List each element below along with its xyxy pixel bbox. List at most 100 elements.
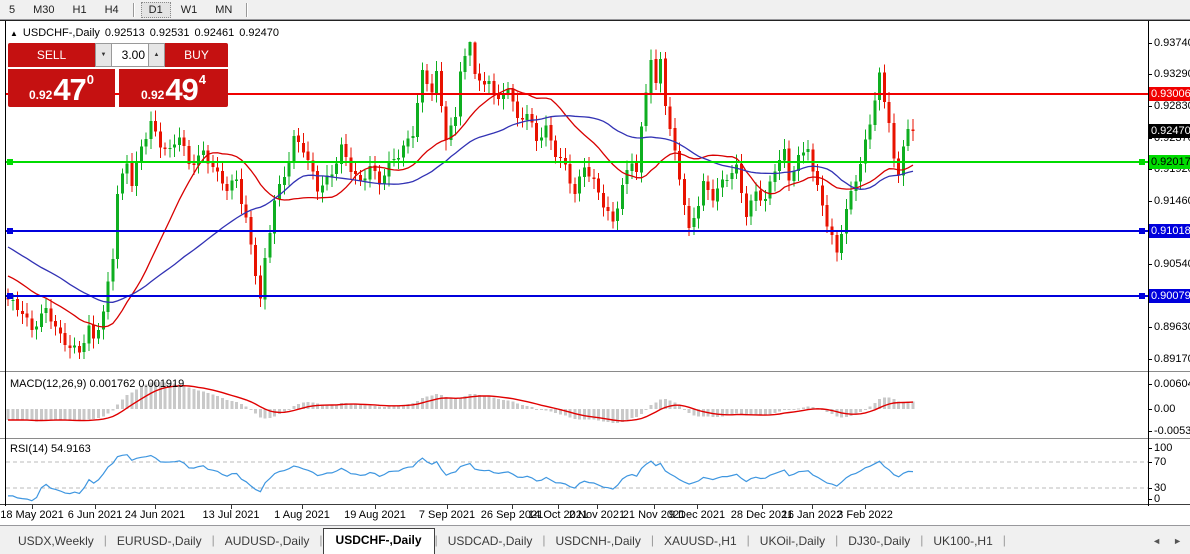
buy-price-big: 49: [165, 72, 198, 107]
hline-0.91018[interactable]: [6, 230, 1148, 232]
tab-separator: |: [1002, 533, 1006, 547]
chevron-up-icon: ▲: [153, 52, 160, 58]
tab-ukoil-daily[interactable]: UKOil-,Daily: [750, 530, 835, 554]
tab-scroll-right-icon[interactable]: ►: [1173, 536, 1182, 546]
tab-audusd-daily[interactable]: AUDUSD-,Daily: [215, 530, 320, 554]
hline-handle[interactable]: [1139, 293, 1145, 299]
price-tick-label: 0.90540: [1154, 258, 1190, 270]
rsi-tick-label: 100: [1154, 442, 1173, 454]
ohlc-close: 0.92470: [239, 27, 279, 39]
price-level-badge: 0.90079: [1149, 289, 1190, 303]
rsi-label: RSI(14) 54.9163: [10, 443, 91, 455]
rsi-tick-mark: [1148, 499, 1152, 500]
chart-window: ▲ USDCHF-,Daily 0.92513 0.92531 0.92461 …: [0, 20, 1190, 526]
time-label: 6 Jun 2021: [67, 509, 123, 521]
rsi-tick-mark: [1148, 448, 1152, 449]
macd-tick-label: -0.00538: [1154, 425, 1190, 437]
tab-dj30-daily[interactable]: DJ30-,Daily: [838, 530, 920, 554]
toolbar-separator: [246, 2, 249, 17]
sell-button[interactable]: SELL: [8, 43, 95, 67]
sell-price-pip: 0: [86, 72, 95, 87]
ohlc-high: 0.92531: [149, 27, 190, 39]
tab-xauusd-h1[interactable]: XAUUSD-,H1: [654, 530, 747, 554]
volume-control: ▼ ▲: [95, 43, 165, 67]
macd-tick-mark: [1148, 384, 1152, 385]
rsi-canvas[interactable]: [6, 440, 1148, 504]
tab-usdcnh-daily[interactable]: USDCNH-,Daily: [546, 530, 651, 554]
toolbar-separator: [132, 2, 135, 17]
tf-button-mn[interactable]: MN: [207, 2, 240, 18]
volume-decrease-button[interactable]: ▼: [95, 43, 112, 67]
buy-button[interactable]: BUY: [165, 43, 228, 67]
time-label: 18 May 2021: [0, 509, 64, 521]
chart-symbol-period: USDCHF-,Daily: [22, 27, 100, 39]
volume-increase-button[interactable]: ▲: [148, 43, 165, 67]
tf-button-h4[interactable]: H4: [97, 2, 127, 18]
hline-handle[interactable]: [7, 228, 13, 234]
buy-price-prefix: 0.92: [140, 88, 165, 102]
collapse-panel-icon[interactable]: ▲: [10, 29, 18, 38]
time-label: 16 Jan 2022: [781, 509, 843, 521]
sell-price-prefix: 0.92: [28, 88, 53, 102]
time-label: 3 Feb 2022: [837, 509, 893, 521]
time-label: 1 Aug 2021: [274, 509, 330, 521]
price-tick-label: 0.89170: [1154, 353, 1190, 365]
time-label: 19 Aug 2021: [344, 509, 406, 521]
price-level-badge: 0.92017: [1149, 155, 1190, 169]
price-tick-mark: [1148, 138, 1152, 139]
hline-handle[interactable]: [1139, 228, 1145, 234]
timeframe-toolbar: 5 M30 H1 H4 D1 W1 MN: [0, 0, 1190, 20]
tab-usdcad-daily[interactable]: USDCAD-,Daily: [438, 530, 543, 554]
rsi-tick-label: 0: [1154, 493, 1161, 505]
tf-button-5[interactable]: 5: [1, 2, 23, 18]
tab-scroll-nav: ◄ ►: [1152, 536, 1182, 546]
tf-button-w1[interactable]: W1: [173, 2, 206, 18]
ohlc-low: 0.92461: [194, 27, 235, 39]
price-tick-mark: [1148, 201, 1152, 202]
tf-button-d1[interactable]: D1: [140, 1, 171, 18]
time-label: 9 Dec 2021: [668, 509, 726, 521]
tab-uk100-h1[interactable]: UK100-,H1: [923, 530, 1002, 554]
tab-usdchf-daily[interactable]: USDCHF-,Daily: [322, 528, 435, 554]
time-label: 24 Jun 2021: [124, 509, 186, 521]
tf-button-m30[interactable]: M30: [25, 2, 62, 18]
sell-price-tile[interactable]: 0.92 47 0: [8, 69, 115, 107]
ohlc-open: 0.92513: [104, 27, 145, 39]
hline-0.90079[interactable]: [6, 295, 1148, 297]
price-tick-mark: [1148, 327, 1152, 328]
time-label: 2 Nov 2021: [568, 509, 626, 521]
macd-tick-label: 0.006045: [1154, 378, 1190, 390]
macd-label: MACD(12,26,9) 0.001762 0.001919: [10, 378, 185, 390]
price-level-badge: 0.91018: [1149, 224, 1190, 238]
price-tick-mark: [1148, 106, 1152, 107]
rsi-tick-mark: [1148, 462, 1152, 463]
price-tick-mark: [1148, 74, 1152, 75]
hline-handle[interactable]: [7, 159, 13, 165]
chart-tab-bar: ◄ ► USDX,Weekly | EURUSD-,Daily | AUDUSD-,Da…: [0, 527, 1190, 554]
volume-input[interactable]: [112, 43, 148, 67]
rsi-tick-label: 70: [1154, 456, 1167, 468]
hline-handle[interactable]: [1139, 159, 1145, 165]
time-label: 13 Jul 2021: [202, 509, 260, 521]
chevron-down-icon: ▼: [100, 52, 107, 58]
tab-usdx-weekly[interactable]: USDX,Weekly: [8, 530, 104, 554]
price-tick-label: 0.91460: [1154, 195, 1190, 207]
tab-eurusd-daily[interactable]: EURUSD-,Daily: [107, 530, 212, 554]
price-tick-mark: [1148, 43, 1152, 44]
tf-button-h1[interactable]: H1: [65, 2, 95, 18]
hline-0.92017[interactable]: [6, 161, 1148, 163]
hline-handle[interactable]: [7, 293, 13, 299]
price-tick-mark: [1148, 169, 1152, 170]
price-tick-mark: [1148, 264, 1152, 265]
buy-price-tile[interactable]: 0.92 49 4: [119, 69, 228, 107]
price-level-badge: 0.93006: [1149, 87, 1190, 101]
price-tick-label: 0.89630: [1154, 321, 1190, 333]
macd-tick-label: 0.00: [1154, 403, 1176, 415]
price-tick-label: 0.93740: [1154, 37, 1190, 49]
sell-price-big: 47: [53, 72, 86, 107]
buy-price-pip: 4: [198, 72, 207, 87]
time-axis-border: [0, 504, 1190, 505]
tab-scroll-left-icon[interactable]: ◄: [1152, 536, 1161, 546]
price-tick-mark: [1148, 359, 1152, 360]
macd-tick-mark: [1148, 431, 1152, 432]
